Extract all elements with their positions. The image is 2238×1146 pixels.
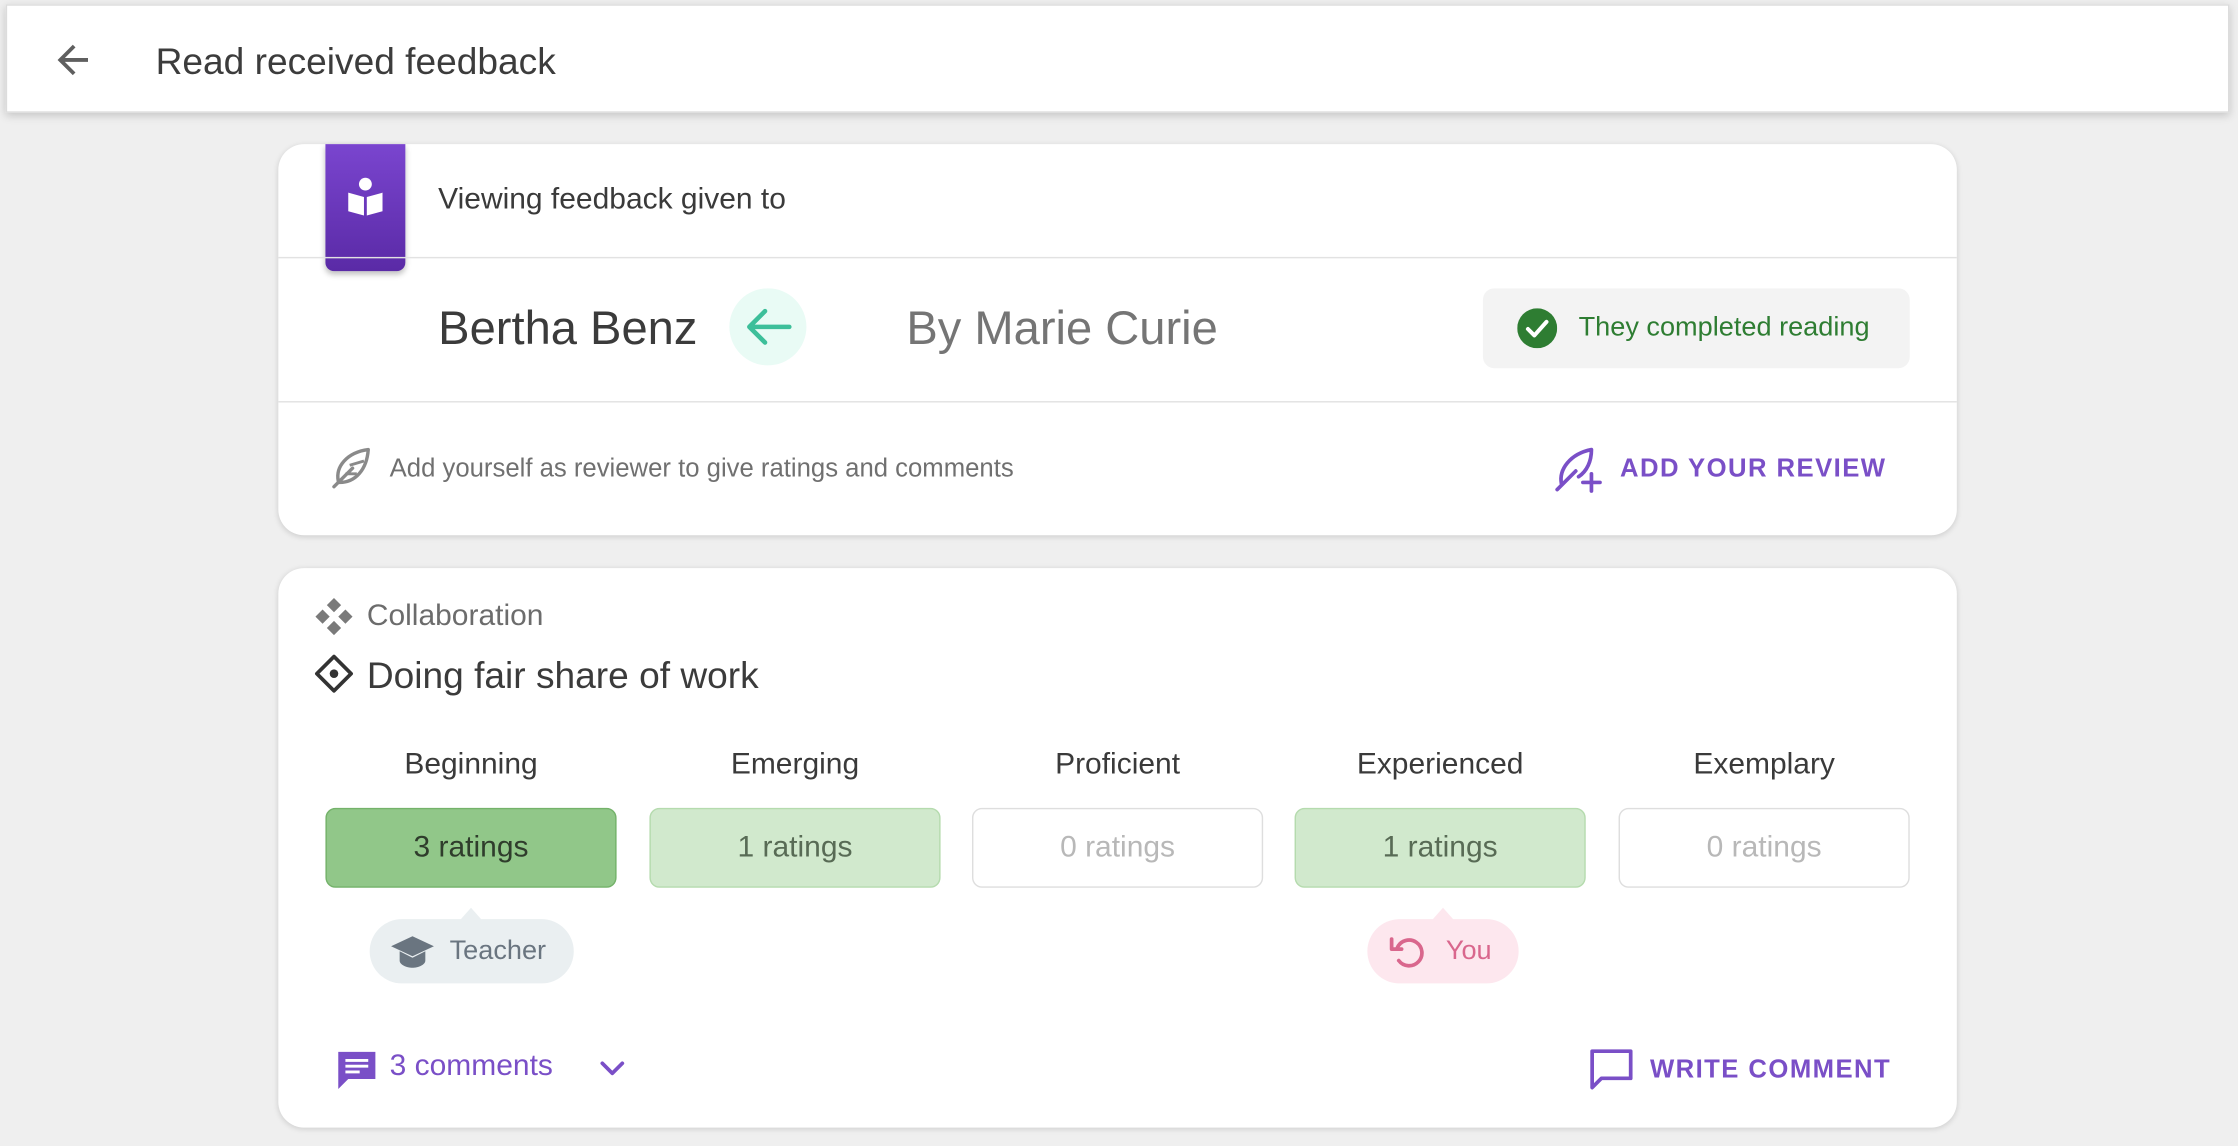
you-tag-label: You — [1445, 936, 1492, 967]
chevron-down-icon — [600, 1061, 625, 1076]
feather-plus-icon — [1555, 447, 1602, 493]
status-text: They completed reading — [1578, 312, 1870, 343]
criterion-skill: Doing fair share of work — [366, 653, 759, 697]
rating-box-proficient[interactable]: 0 ratings — [971, 807, 1264, 888]
level-label-exemplary: Exemplary — [1693, 747, 1835, 781]
arrow-left-icon — [747, 308, 792, 345]
feedback-summary-card: Viewing feedback given to Bertha Benz By… — [278, 144, 1957, 536]
teacher-tag-label: Teacher — [449, 936, 547, 967]
level-label-beginning: Beginning — [404, 747, 538, 781]
status-badge: They completed reading — [1482, 288, 1910, 369]
feather-icon — [332, 447, 370, 489]
app-frame: Read received feedback Viewing feedback … — [0, 0, 2238, 1145]
diamond-outline-icon — [315, 654, 353, 693]
giver-name: By Marie Curie — [906, 301, 1218, 354]
comments-count: 3 comments — [389, 1049, 553, 1082]
undo-icon — [1389, 937, 1424, 968]
criterion-category: Collaboration — [366, 599, 544, 633]
reviewer-hint: Add yourself as reviewer to give ratings… — [389, 453, 1014, 483]
top-app-bar: Read received feedback — [5, 4, 2230, 113]
level-label-proficient: Proficient — [1055, 747, 1181, 781]
rating-box-exemplary[interactable]: 0 ratings — [1618, 807, 1910, 888]
page-title: Read received feedback — [155, 39, 556, 83]
back-arrow-icon[interactable] — [50, 37, 96, 83]
graduation-cap-icon — [391, 936, 434, 968]
add-review-label: ADD YOUR REVIEW — [1619, 453, 1887, 483]
teacher-tag: Teacher — [369, 919, 574, 984]
rating-box-beginning[interactable]: 3 ratings — [325, 807, 617, 888]
viewing-label: Viewing feedback given to — [438, 182, 786, 216]
write-comment-label: WRITE COMMENT — [1649, 1054, 1892, 1084]
direction-indicator — [729, 288, 807, 366]
diamond-cluster-icon — [315, 598, 353, 636]
you-tag: You — [1367, 919, 1519, 984]
reading-person-icon — [348, 177, 383, 216]
receiver-name: Bertha Benz — [438, 301, 698, 354]
comment-icon — [338, 1051, 376, 1090]
divider — [278, 256, 1957, 259]
criterion-card: Collaboration Doing fair share of work B… — [278, 568, 1957, 1128]
divider — [278, 401, 1957, 403]
level-label-experienced: Experienced — [1356, 747, 1524, 781]
level-label-emerging: Emerging — [730, 747, 860, 781]
check-circle-icon — [1517, 308, 1558, 349]
comment-outline-icon — [1590, 1049, 1633, 1090]
rating-box-experienced[interactable]: 1 ratings — [1294, 807, 1586, 888]
rating-box-emerging[interactable]: 1 ratings — [649, 807, 941, 888]
bookmark-ribbon — [325, 144, 406, 272]
